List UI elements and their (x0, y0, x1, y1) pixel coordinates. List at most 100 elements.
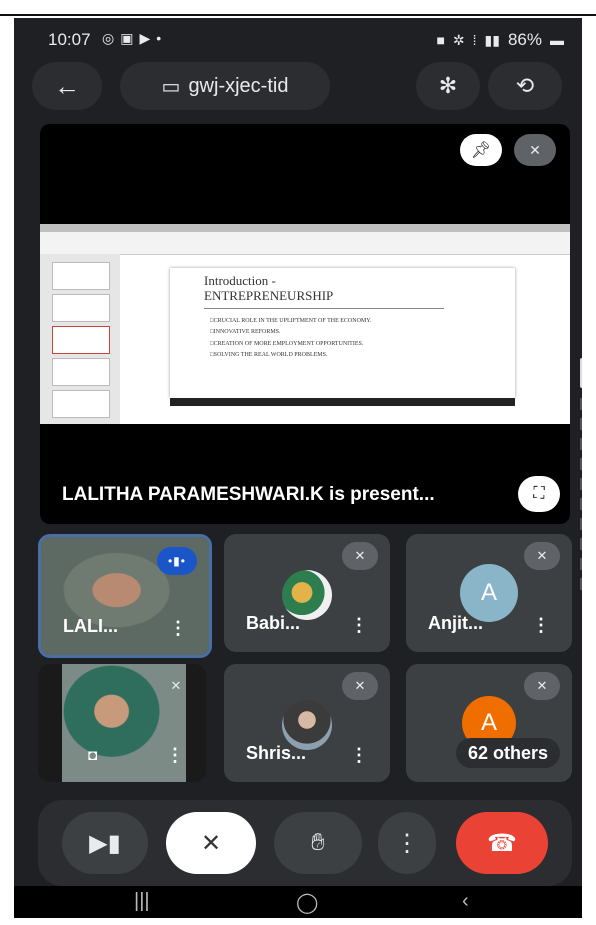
scrollbar-segment (580, 398, 582, 410)
slide-bullets: □CRUCIAL ROLE IN THE UPLIFTMENT OF THE E… (210, 316, 500, 362)
scrollbar[interactable] (580, 358, 582, 598)
slide-thumbnail (52, 326, 110, 354)
more-vert-icon: ⋮ (395, 829, 419, 857)
arrow-left-icon: ← (54, 70, 80, 101)
mic-off-icon: ✕ (342, 672, 378, 700)
slide-bullet: □SOLVING THE REAL WORLD PROBLEMS. (210, 352, 328, 359)
others-count: 62 others (455, 738, 560, 768)
participant-tile-speaking[interactable]: •▮• LALI... ⋮ (38, 534, 212, 658)
status-left-icons: ◎ ▣ ▶ • (102, 30, 161, 47)
mic-off-icon: ✕ (524, 672, 560, 700)
slide-thumbnail (52, 262, 110, 290)
camera-switch-icon: ⟲ (515, 73, 535, 98)
raise-hand-button[interactable]: ✋︎ (274, 812, 362, 874)
more-options-button[interactable]: ⋮ (378, 812, 436, 874)
participant-name: Shris... (246, 743, 307, 763)
status-bar: 10:07 ◎ ▣ ▶ • ■ ✲ ⁞ ▮▮ 86% ▬ (14, 18, 582, 62)
meeting-info-button[interactable]: ▭ gwj-xjec-tid (120, 62, 330, 110)
participant-name: LALI... (63, 616, 118, 636)
hand-icon: ✋︎ (311, 829, 325, 856)
end-call-button[interactable]: ☎︎ (456, 812, 548, 874)
more-vert-icon[interactable]: ⋮ (169, 618, 187, 639)
presenter-mute-badge: ✕ (514, 134, 556, 166)
mic-off-icon: ✕ (529, 141, 541, 158)
call-controls: ▶▮ ✕ ✋︎ ⋮ ☎︎ (38, 800, 572, 886)
phone-end-icon: ☎︎ (487, 829, 517, 857)
settings-icon: ✲ (452, 31, 465, 48)
mic-off-icon: ✕ (342, 542, 378, 570)
youtube-icon: ▶ (139, 30, 151, 46)
meeting-top-bar: ← ▭ gwj-xjec-tid ✻ ⟲ (14, 62, 582, 122)
slide-footer-bar (170, 398, 515, 406)
scrollbar-segment (580, 438, 582, 450)
battery-icon: ▬ (550, 32, 564, 48)
dot-icon: • (156, 30, 162, 46)
slide-thumbnail (52, 294, 110, 322)
recents-icon[interactable]: ||| (134, 890, 150, 913)
participant-name: Babi... (246, 613, 301, 633)
status-right-icons: ■ ✲ ⁞ ▮▮ 86% ▬ (436, 30, 564, 50)
slide-bullet: □INNOVATIVE REFORMS. (210, 329, 281, 336)
presentation-stage[interactable]: 📌︎ ✕ Introduction - ENTREPRENEURSHIP □CR… (40, 124, 570, 524)
scrollbar-segment (580, 458, 582, 470)
bluetooth-icon: ✻ (438, 73, 458, 98)
others-tile[interactable]: ✕ A 62 others (406, 664, 572, 782)
ppt-slide-thumbnails (40, 254, 120, 424)
pin-icon: 📌︎ (470, 142, 492, 159)
slide-title-line-1: Introduction - (204, 273, 276, 288)
mic-toggle-button[interactable]: ✕ (166, 812, 256, 874)
mic-off-icon: ✕ (524, 542, 560, 570)
shared-screen: Introduction - ENTREPRENEURSHIP □CRUCIAL… (40, 224, 570, 424)
mic-off-icon: ✕ (170, 678, 182, 693)
self-view-tile[interactable]: ✕ ◘ ⋮ (38, 664, 206, 782)
audio-output-button[interactable]: ✻ (416, 62, 480, 110)
scrollbar-thumb[interactable] (580, 358, 582, 388)
calendar-icon: ▭ (161, 75, 181, 98)
fullscreen-icon: ⛶ (533, 485, 545, 502)
current-slide: Introduction - ENTREPRENEURSHIP □CRUCIAL… (170, 268, 515, 398)
scrollbar-segment (580, 478, 582, 490)
participant-tile[interactable]: ✕ A Anjit... ⋮ (406, 534, 572, 652)
slide-thumbnail (52, 358, 110, 386)
pin-button[interactable]: 📌︎ (460, 134, 502, 166)
signal-icon: ▮▮ (484, 31, 500, 48)
slide-title-line-2: ENTREPRENEURSHIP (204, 287, 334, 303)
phone-screen: 10:07 ◎ ▣ ▶ • ■ ✲ ⁞ ▮▮ 86% ▬ ← ▭ gwj-xje… (14, 18, 582, 918)
participant-name: Anjit... (428, 613, 483, 633)
battery-level: 86% (507, 30, 542, 49)
participant-tile[interactable]: ✕ Shris... ⋮ (224, 664, 390, 782)
scrollbar-segment (580, 558, 582, 570)
more-vert-icon[interactable]: ⋮ (350, 745, 368, 766)
more-vert-icon[interactable]: ⋮ (532, 615, 550, 636)
switch-camera-button[interactable]: ⟲ (488, 62, 562, 110)
ppt-title-strip (40, 224, 570, 232)
slide-bullet: □CRUCIAL ROLE IN THE UPLIFTMENT OF THE E… (210, 318, 372, 324)
back-button[interactable]: ← (32, 62, 102, 110)
camera-switch-icon[interactable]: ◘ (88, 747, 97, 764)
scrollbar-segment (580, 538, 582, 550)
participant-tile[interactable]: ✕ Babi... ⋮ (224, 534, 390, 652)
slide-thumbnail (52, 390, 110, 418)
slide-divider (204, 308, 444, 309)
meeting-code: gwj-xjec-tid (188, 74, 289, 97)
scrollbar-segment (580, 498, 582, 510)
more-vert-icon[interactable]: ⋮ (350, 615, 368, 636)
volte-icon: ⁞ (472, 32, 477, 48)
slide-title: Introduction - ENTREPRENEURSHIP (204, 273, 334, 304)
mic-off-icon: ✕ (200, 829, 222, 857)
slide-bullet: □CREATION OF MORE EMPLOYMENT OPPORTUNITI… (210, 340, 364, 347)
scrollbar-segment (580, 518, 582, 530)
back-nav-icon[interactable]: ‹ (462, 890, 469, 913)
speaking-indicator: •▮• (157, 547, 197, 575)
camera-toggle-button[interactable]: ▶▮ (62, 812, 148, 874)
fullscreen-button[interactable]: ⛶ (518, 476, 560, 512)
status-time: 10:07 (48, 30, 91, 49)
whatsapp-icon: ◎ (102, 30, 115, 46)
video-camera-icon: ▶▮ (89, 829, 121, 857)
presenter-label: LALITHA PARAMESHWARI.K is present... (62, 484, 435, 505)
camera-in-use-icon: ■ (436, 32, 445, 48)
page-top-rule (0, 14, 596, 16)
gallery-icon: ▣ (120, 30, 134, 46)
home-icon[interactable]: ◯ (296, 890, 318, 915)
more-vert-icon[interactable]: ⋮ (166, 745, 184, 766)
